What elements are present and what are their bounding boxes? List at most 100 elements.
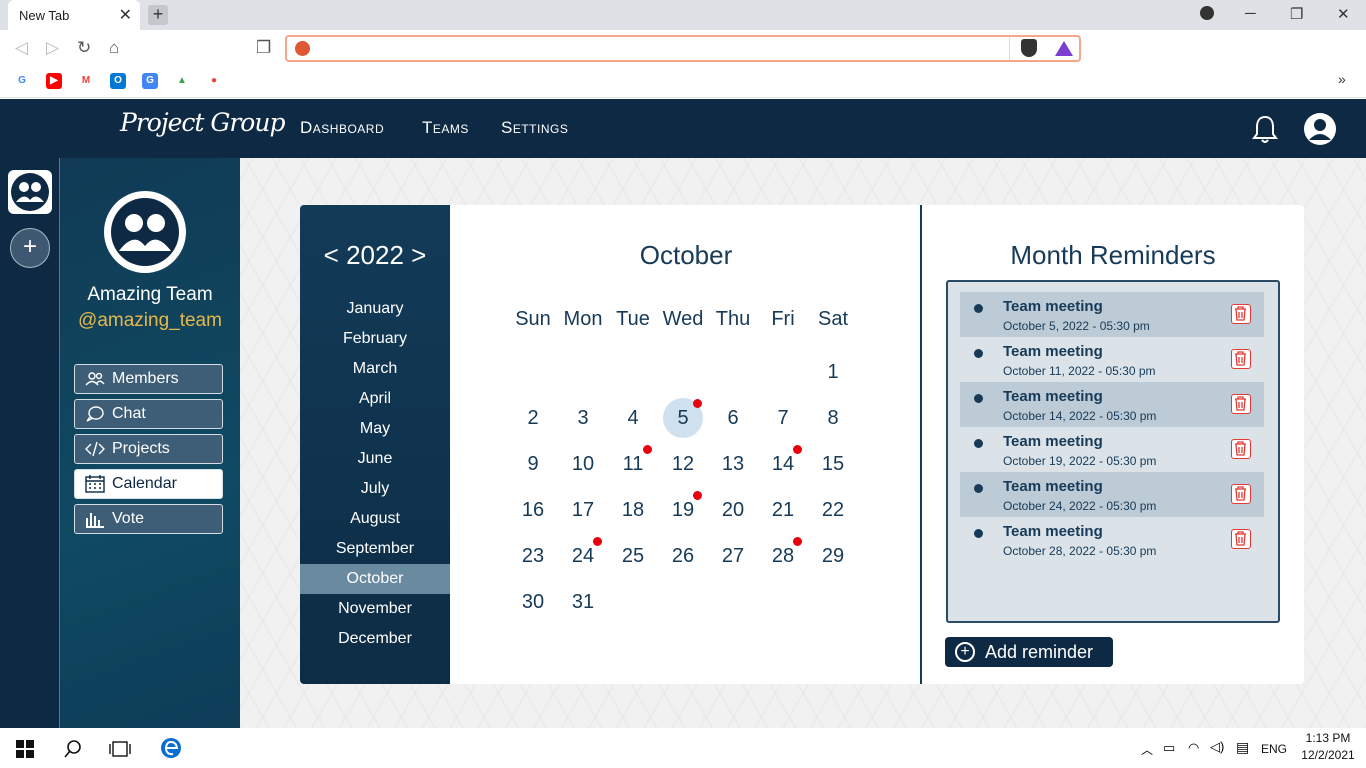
calendar-day[interactable]: 23 [513,536,553,576]
notification-bell-icon[interactable] [1252,114,1278,144]
trash-icon[interactable] [1231,439,1251,459]
reminder-item[interactable]: Team meeting October 19, 2022 - 05:30 pm [960,427,1264,472]
clock-time[interactable]: 1:13 PM [1296,731,1360,745]
calendar-day[interactable]: 1 [813,352,853,392]
vote-button[interactable]: Vote [74,504,223,534]
edge-browser-icon[interactable] [160,737,182,759]
month-item-december[interactable]: December [300,624,450,654]
new-tab-button[interactable]: + [148,5,168,25]
google-bookmark-icon[interactable]: G [14,73,30,89]
brave-shield-icon[interactable] [1021,39,1037,57]
calendar-day[interactable]: 21 [763,490,803,530]
browser-tab[interactable]: New Tab ✕ [8,0,140,30]
maximize-icon[interactable]: ❐ [1290,5,1303,23]
brave-rewards-icon[interactable] [1055,41,1073,56]
drive-bookmark-icon[interactable]: ▲ [174,73,190,89]
calendar-day[interactable]: 18 [613,490,653,530]
trash-icon[interactable] [1231,349,1251,369]
calendar-day[interactable]: 3 [563,398,603,438]
minimize-icon[interactable]: ─ [1245,5,1256,22]
calendar-day[interactable]: 17 [563,490,603,530]
month-item-january[interactable]: January [300,294,450,324]
address-bar[interactable] [285,35,1081,62]
user-avatar-icon[interactable] [1303,112,1337,146]
nav-settings[interactable]: Settings [501,118,568,138]
chat-button[interactable]: Chat [74,399,223,429]
forward-icon[interactable]: ▷ [46,38,59,58]
calendar-day[interactable]: 20 [713,490,753,530]
calendar-day[interactable]: 16 [513,490,553,530]
volume-icon[interactable]: ◁) [1210,739,1224,755]
calendar-day[interactable]: 31 [563,582,603,622]
projects-button[interactable]: Projects [74,434,223,464]
nav-teams[interactable]: Teams [422,118,469,138]
notifications-icon[interactable]: ▤ [1236,739,1249,756]
calendar-day[interactable]: 22 [813,490,853,530]
back-icon[interactable]: ◁ [15,38,28,58]
month-item-june[interactable]: June [300,444,450,474]
battery-icon[interactable]: ▭ [1163,740,1175,756]
nav-dashboard[interactable]: Dashboard [300,118,384,138]
reminder-item[interactable]: Team meeting October 5, 2022 - 05:30 pm [960,292,1264,337]
calendar-day[interactable]: 8 [813,398,853,438]
calendar-day[interactable]: 27 [713,536,753,576]
calendar-day[interactable]: 13 [713,444,753,484]
month-item-february[interactable]: February [300,324,450,354]
calendar-button[interactable]: Calendar [74,469,223,499]
month-item-july[interactable]: July [300,474,450,504]
calendar-day[interactable]: 6 [713,398,753,438]
reminder-item[interactable]: Team meeting October 28, 2022 - 05:30 pm [960,517,1264,562]
month-item-august[interactable]: August [300,504,450,534]
reminder-item[interactable]: Team meeting October 14, 2022 - 05:30 pm [960,382,1264,427]
gmail-bookmark-icon[interactable]: M [78,73,94,89]
tray-chevron-icon[interactable]: ︿ [1141,741,1153,758]
calendar-day[interactable]: 29 [813,536,853,576]
trash-icon[interactable] [1231,394,1251,414]
close-tab-icon[interactable]: ✕ [119,5,132,25]
calendar-day[interactable]: 30 [513,582,553,622]
windows-start-icon[interactable] [16,740,34,758]
add-reminder-button[interactable]: + Add reminder [945,637,1113,667]
calendar-day[interactable]: 26 [663,536,703,576]
members-button[interactable]: Members [74,364,223,394]
omni-divider [1009,37,1010,60]
month-item-may[interactable]: May [300,414,450,444]
calendar-day[interactable]: 4 [613,398,653,438]
month-item-november[interactable]: November [300,594,450,624]
app-logo[interactable]: Project Group [120,108,285,137]
calendar-day[interactable]: 2 [513,398,553,438]
calendar-day[interactable]: 7 [763,398,803,438]
tab-search-icon[interactable] [1200,6,1214,20]
more-bookmarks-icon[interactable]: » [1338,71,1346,87]
bookmark-icon[interactable]: ❒ [256,38,271,58]
clock-date[interactable]: 12/2/2021 [1296,748,1360,762]
reminder-item[interactable]: Team meeting October 24, 2022 - 05:30 pm [960,472,1264,517]
trash-icon[interactable] [1231,304,1251,324]
reminder-item[interactable]: Team meeting October 11, 2022 - 05:30 pm [960,337,1264,382]
calendar-day[interactable]: 9 [513,444,553,484]
trash-icon[interactable] [1231,529,1251,549]
home-icon[interactable]: ⌂ [109,38,119,58]
calendar-day[interactable]: 25 [613,536,653,576]
close-window-icon[interactable]: ✕ [1337,5,1350,23]
youtube-bookmark-icon[interactable]: ▶ [46,73,62,89]
month-item-april[interactable]: April [300,384,450,414]
task-view-icon[interactable] [109,740,131,758]
outlook-bookmark-icon[interactable]: O [110,73,126,89]
calendar-day[interactable]: 15 [813,444,853,484]
calendar-day[interactable]: 12 [663,444,703,484]
language-indicator[interactable]: ENG [1261,742,1287,756]
translate-bookmark-icon[interactable]: G [142,73,158,89]
maps-bookmark-icon[interactable]: ● [206,73,222,89]
month-item-march[interactable]: March [300,354,450,384]
month-item-october[interactable]: October [300,564,450,594]
year-selector[interactable]: < 2022 > [300,240,450,271]
team-avatar-rail[interactable] [8,170,52,214]
wifi-icon[interactable]: ◠ [1188,740,1199,756]
trash-icon[interactable] [1231,484,1251,504]
add-team-button[interactable]: + [10,228,50,268]
month-item-september[interactable]: September [300,534,450,564]
calendar-day[interactable]: 10 [563,444,603,484]
reload-icon[interactable]: ↻ [77,38,91,58]
search-icon[interactable] [63,739,83,759]
